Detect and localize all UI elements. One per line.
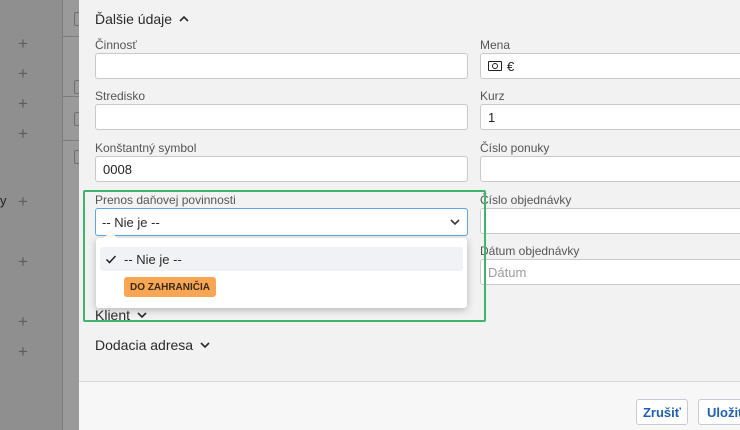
section-additional-title: Ďalšie údaje (95, 11, 173, 27)
plus-icon: + (18, 192, 28, 211)
plus-icon: + (18, 252, 28, 271)
dropdown-option-abroad[interactable]: DO ZAHRANIČIA (124, 277, 216, 297)
section-delivery-title: Dodacia adresa (95, 337, 194, 353)
money-icon (488, 61, 502, 71)
cinnost-label: Činnosť (95, 38, 137, 52)
konst-symbol-value: 0008 (103, 161, 132, 177)
plus-icon: + (18, 64, 28, 83)
plus-icon: + (18, 342, 28, 361)
stredisko-input[interactable] (95, 104, 468, 130)
mena-value: € (507, 58, 515, 74)
kurz-label: Kurz (480, 89, 505, 103)
dropdown-option-label: -- Nie je -- (124, 251, 182, 267)
plus-icon: + (18, 124, 28, 143)
chevron-down-icon (200, 342, 210, 349)
chevron-down-icon (137, 312, 147, 319)
background-divider (62, 96, 79, 97)
datum-label: Dátum objednávky (480, 244, 580, 258)
objednavka-label: Číslo objednávky (480, 193, 572, 207)
objednavka-input[interactable] (480, 208, 740, 234)
save-button[interactable]: Uložiť (698, 399, 740, 425)
mena-input[interactable]: € (480, 53, 740, 79)
kurz-input[interactable]: 1 (480, 104, 740, 130)
plus-icon: + (18, 94, 28, 113)
section-delivery-toggle[interactable]: Dodacia adresa (95, 337, 211, 353)
section-client-title: Klient (95, 307, 131, 323)
cinnost-input[interactable] (95, 53, 468, 79)
background-row-text: y (0, 193, 7, 208)
prenos-label: Prenos daňovej povinnosti (95, 193, 236, 207)
plus-icon: + (18, 312, 28, 331)
prenos-select-value: -- Nie je -- (102, 214, 160, 230)
ponuka-label: Číslo ponuky (480, 141, 550, 155)
mena-label: Mena (480, 38, 511, 52)
dropdown-option-none[interactable]: -- Nie je -- (100, 247, 463, 271)
chevron-down-icon (450, 219, 460, 226)
plus-icon: + (18, 34, 28, 53)
datum-placeholder: Dátum (488, 264, 527, 280)
cancel-button[interactable]: Zrušiť (636, 399, 688, 425)
background-column (62, 0, 79, 430)
prenos-dropdown: -- Nie je -- DO ZAHRANIČIA (96, 238, 467, 308)
section-additional-toggle[interactable]: Ďalšie údaje (95, 11, 190, 27)
ponuka-input[interactable] (480, 156, 740, 182)
background-divider (62, 36, 79, 37)
check-icon (105, 255, 117, 264)
datum-input[interactable]: Dátum (480, 259, 740, 285)
background-divider (62, 140, 79, 141)
konst-symbol-input[interactable]: 0008 (95, 156, 468, 182)
section-client-toggle[interactable]: Klient (95, 307, 148, 323)
chevron-up-icon (179, 15, 189, 22)
konst-symbol-label: Konštantný symbol (95, 141, 197, 155)
stredisko-label: Stredisko (95, 89, 146, 103)
kurz-value: 1 (488, 109, 496, 125)
prenos-select[interactable]: -- Nie je -- (95, 208, 468, 236)
